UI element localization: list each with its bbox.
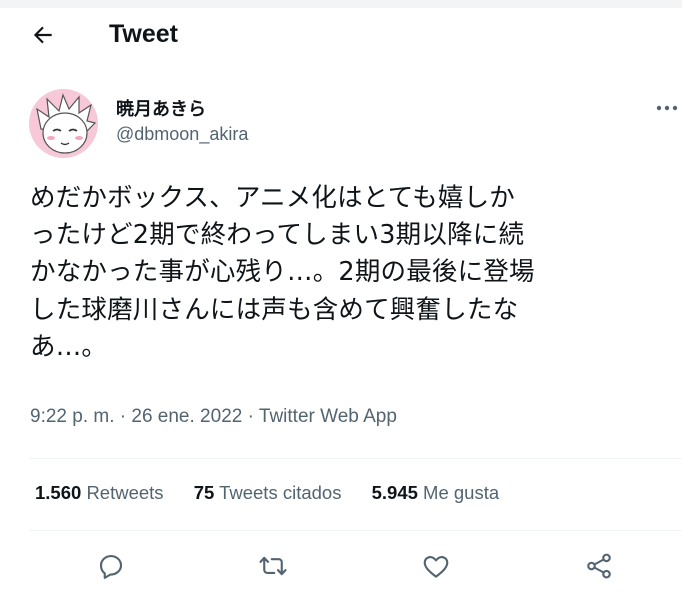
more-options-button[interactable]: [652, 96, 682, 120]
meta-separator: ·: [247, 406, 259, 427]
top-strip: [0, 0, 682, 8]
retweet-icon: [259, 556, 287, 576]
author-handle[interactable]: @dbmoon_akira: [116, 124, 248, 145]
avatar[interactable]: [29, 89, 98, 158]
retweets-stat[interactable]: 1.560 Retweets: [35, 482, 164, 504]
arrow-left-icon: [33, 26, 52, 44]
author-name[interactable]: 暁月あきら: [116, 95, 206, 121]
likes-label: Me gusta: [423, 482, 500, 503]
action-bar: [0, 547, 682, 587]
like-button[interactable]: [421, 551, 451, 581]
tweet-text: めだかボックス、アニメ化はとても嬉しか ったけど2期で終わってしまい3期以降に続…: [30, 183, 535, 362]
tweet-meta: 9:22 p. m. · 26 ene. 2022 · Twitter Web …: [30, 406, 397, 428]
share-icon: [587, 553, 611, 579]
anime-character-avatar-icon: [29, 89, 98, 158]
meta-separator: ·: [119, 406, 132, 427]
tweet-source[interactable]: Twitter Web App: [259, 406, 397, 427]
retweets-count: 1.560: [35, 482, 82, 503]
quotes-stat[interactable]: 75 Tweets citados: [194, 482, 342, 504]
likes-count: 5.945: [371, 482, 418, 503]
likes-stat[interactable]: 5.945 Me gusta: [372, 482, 500, 504]
divider: [30, 458, 682, 459]
like-icon: [423, 555, 449, 578]
retweets-label: Retweets: [86, 482, 164, 503]
divider: [30, 530, 682, 531]
header: Tweet: [0, 8, 682, 62]
share-button[interactable]: [584, 551, 614, 581]
reply-icon: [99, 554, 123, 579]
quotes-label: Tweets citados: [219, 482, 342, 503]
reply-button[interactable]: [96, 551, 126, 581]
more-dots-icon: [656, 105, 678, 111]
tweet-date[interactable]: 26 ene. 2022: [131, 406, 242, 427]
tweet-time[interactable]: 9:22 p. m.: [30, 406, 115, 427]
retweet-button[interactable]: [258, 551, 288, 581]
quotes-count: 75: [193, 482, 215, 503]
back-button[interactable]: [30, 22, 56, 48]
page-title: Tweet: [109, 20, 178, 48]
tweet-stats: 1.560 Retweets 75 Tweets citados 5.945 M…: [35, 482, 524, 504]
